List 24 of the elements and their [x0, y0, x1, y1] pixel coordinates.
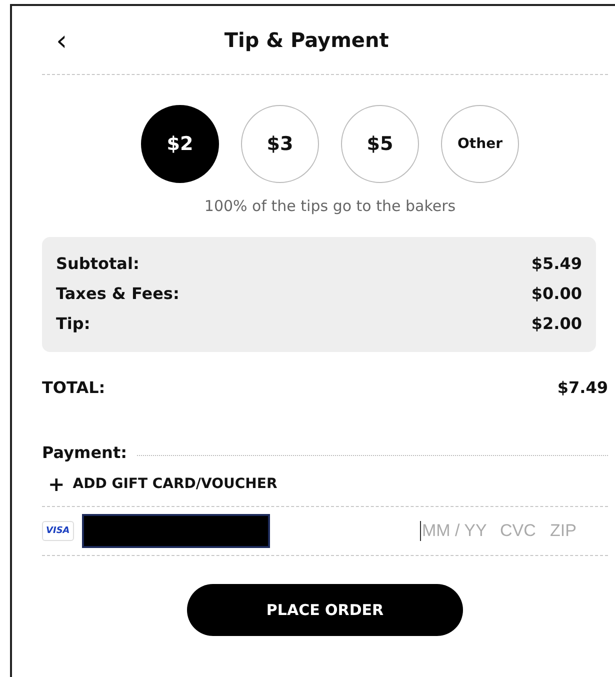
summary-label: Tip: [56, 314, 90, 333]
card-brand-logo: VISA [42, 521, 74, 541]
tip-note: 100% of the tips go to the bakers [203, 197, 457, 215]
tip-option[interactable]: $3 [241, 105, 319, 183]
summary-value: $0.00 [531, 284, 582, 303]
tip-option[interactable]: $2 [141, 105, 219, 183]
cvc-field[interactable]: CVC [500, 521, 542, 541]
text-cursor [420, 521, 421, 541]
payment-label: Payment: [42, 443, 127, 462]
summary-label: Taxes & Fees: [56, 284, 180, 303]
add-gift-card-link[interactable]: ADD GIFT CARD/VOUCHER [72, 476, 278, 492]
plus-icon: + [48, 474, 65, 494]
total-value: $7.49 [557, 378, 608, 397]
summary-value: $2.00 [531, 314, 582, 333]
total-label: TOTAL: [42, 378, 106, 397]
place-order-button[interactable]: PLACE ORDER [187, 584, 463, 636]
summary-label: Subtotal: [56, 254, 140, 273]
expiry-field[interactable]: MM / YY [422, 521, 492, 541]
tip-option[interactable]: $5 [341, 105, 419, 183]
tip-option[interactable]: Other [441, 105, 519, 183]
page-title: Tip & Payment [223, 28, 390, 52]
summary-value: $5.49 [531, 254, 582, 273]
back-button[interactable]: ‹ [48, 24, 76, 56]
zip-field[interactable]: ZIP [550, 521, 584, 541]
